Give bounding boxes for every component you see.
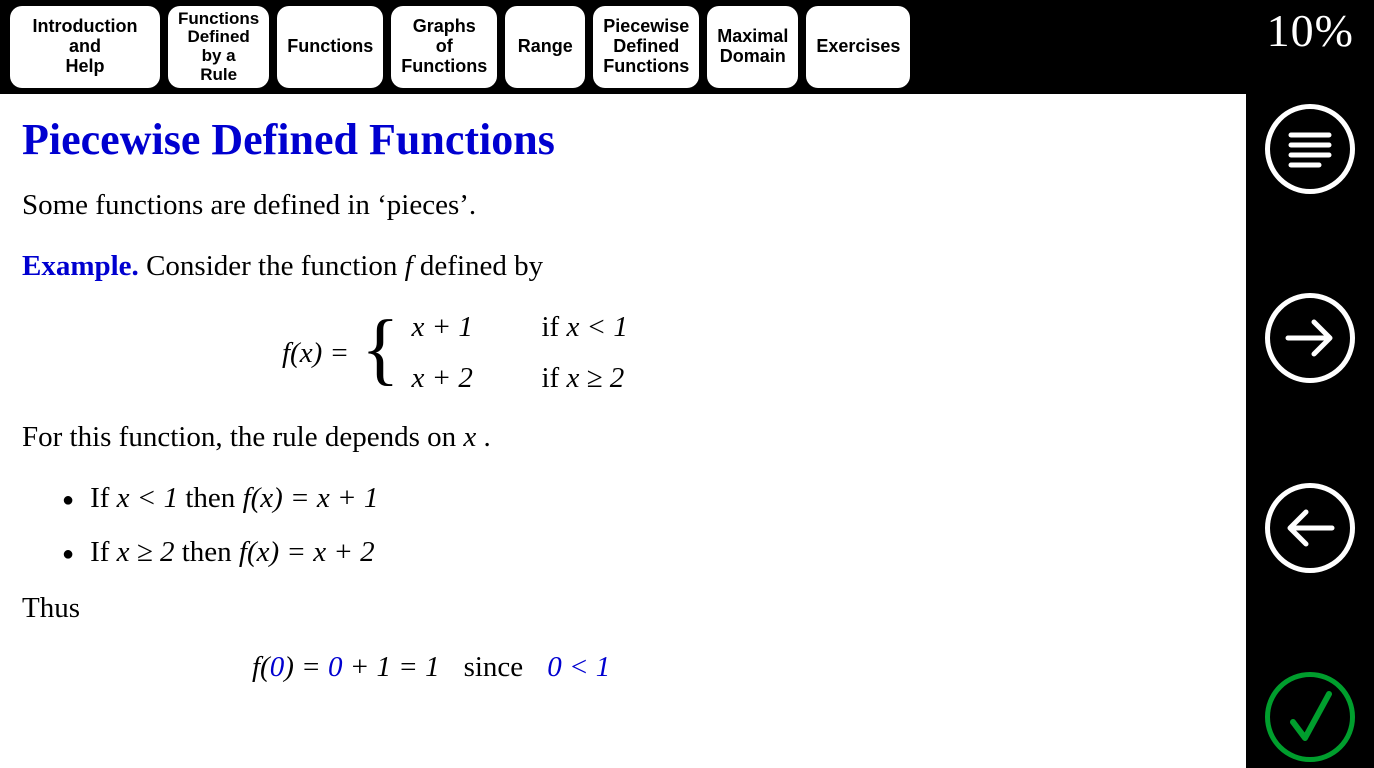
- case-1-cond-expr: x < 1: [566, 311, 627, 343]
- case-1-expr: x + 1: [411, 311, 511, 344]
- bullet-dot-icon: ●: [62, 482, 74, 518]
- bullet-2-then: then: [182, 536, 239, 568]
- case-2-cond: if x ≥ 2: [541, 362, 624, 395]
- left-brace: {: [361, 319, 399, 379]
- nav-functions[interactable]: Functions: [277, 6, 383, 88]
- example-label: Example.: [22, 250, 139, 282]
- depends-b: .: [484, 421, 491, 453]
- f-sub: 0: [328, 651, 343, 683]
- arrow-right-icon: [1280, 308, 1340, 368]
- case-row-2: x + 2 if x ≥ 2: [411, 362, 627, 395]
- case-1-cond: if x < 1: [541, 311, 627, 344]
- intro-text: Some functions are defined in ‘pieces’.: [22, 189, 1230, 222]
- topbar: Introduction and Help Functions Defined …: [0, 0, 1374, 94]
- right-sidebar: [1246, 94, 1374, 768]
- case-2-if: if: [541, 362, 566, 394]
- page-title: Piecewise Defined Functions: [22, 114, 1230, 165]
- case-1-if: if: [541, 311, 566, 343]
- fx-label: f(x) =: [282, 337, 349, 370]
- bullet-dot-icon: ●: [62, 536, 74, 572]
- thus: Thus: [22, 592, 1230, 625]
- nav-introduction-and-help[interactable]: Introduction and Help: [10, 6, 160, 88]
- nav-buttons-row: Introduction and Help Functions Defined …: [0, 0, 1374, 94]
- case-2-expr: x + 2: [411, 362, 511, 395]
- next-button[interactable]: [1265, 293, 1355, 383]
- bullet-2: ● If x ≥ 2 then f(x) = x + 2: [62, 536, 1230, 572]
- check-button[interactable]: [1265, 672, 1355, 762]
- nav-range[interactable]: Range: [505, 6, 585, 88]
- case-2-cond-expr: x ≥ 2: [566, 362, 624, 394]
- check-icon: [1275, 682, 1345, 752]
- menu-button[interactable]: [1265, 104, 1355, 194]
- f-open: f(: [252, 651, 270, 683]
- bullet-2-if: If: [90, 536, 117, 568]
- f-plus: + 1 = 1: [342, 651, 439, 683]
- progress-percent: 10%: [1267, 4, 1354, 57]
- example-text-1: Consider the function: [146, 250, 405, 282]
- f-arg: 0: [270, 651, 285, 683]
- f-close: ) =: [284, 651, 328, 683]
- since: since: [464, 651, 524, 684]
- nav-graphs-of-functions[interactable]: Graphs of Functions: [391, 6, 497, 88]
- nav-exercises[interactable]: Exercises: [806, 6, 910, 88]
- menu-icon: [1283, 122, 1337, 176]
- depends-x: x: [463, 421, 476, 453]
- piecewise-definition: f(x) = { x + 1 if x < 1 x + 2 if x ≥ 2: [282, 311, 1230, 395]
- bullet-2-eq: f(x) = x + 2: [239, 536, 375, 568]
- bullet-1-then: then: [185, 482, 242, 514]
- example-text-2: defined by: [420, 250, 543, 282]
- bullet-1-cond: x < 1: [117, 482, 178, 514]
- depends-line: For this function, the rule depends on x…: [22, 421, 1230, 454]
- nav-piecewise-defined-functions[interactable]: Piecewise Defined Functions: [593, 6, 699, 88]
- bullet-1-eq: f(x) = x + 1: [243, 482, 379, 514]
- prev-button[interactable]: [1265, 483, 1355, 573]
- case-row-1: x + 1 if x < 1: [411, 311, 627, 344]
- example-line: Example. Consider the function f defined…: [22, 250, 1230, 283]
- nav-maximal-domain[interactable]: Maximal Domain: [707, 6, 798, 88]
- nav-functions-defined-by-a-rule[interactable]: Functions Defined by a Rule: [168, 6, 269, 88]
- final-cond: 0 < 1: [547, 651, 610, 684]
- bullet-2-cond: x ≥ 2: [117, 536, 175, 568]
- content-area: Piecewise Defined Functions Some functio…: [0, 94, 1246, 768]
- depends-a: For this function, the rule depends on: [22, 421, 463, 453]
- arrow-left-icon: [1280, 498, 1340, 558]
- bullet-1: ● If x < 1 then f(x) = x + 1: [62, 482, 1230, 518]
- final-equation: f(0) = 0 + 1 = 1 since 0 < 1: [252, 651, 1230, 684]
- example-f: f: [405, 250, 413, 282]
- cases: x + 1 if x < 1 x + 2 if x ≥ 2: [411, 311, 627, 395]
- bullet-1-if: If: [90, 482, 117, 514]
- bullet-list: ● If x < 1 then f(x) = x + 1 ● If x ≥ 2 …: [62, 482, 1230, 572]
